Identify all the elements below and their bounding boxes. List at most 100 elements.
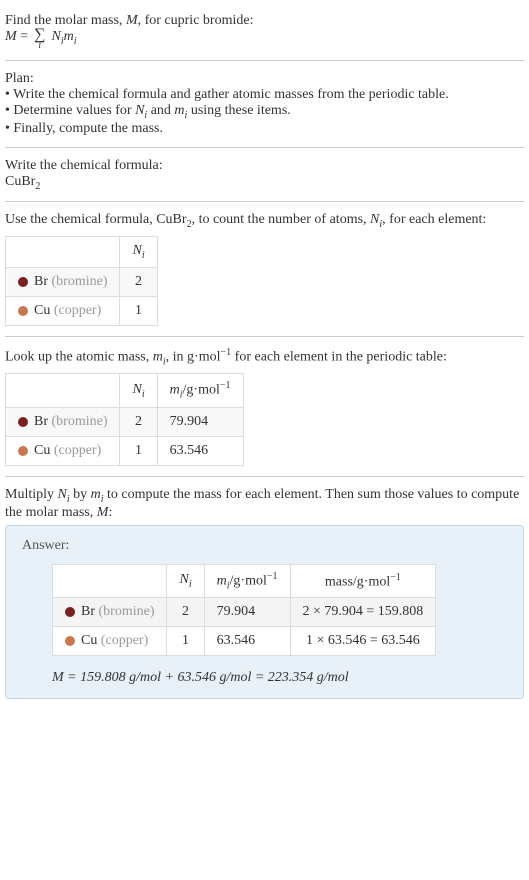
text: , to count the number of atoms, <box>192 212 370 227</box>
sub: i <box>74 36 77 47</box>
ni-value: 2 <box>167 598 204 627</box>
element-symbol: Cu <box>81 633 97 648</box>
mi-value: 79.904 <box>204 598 290 627</box>
text: : <box>108 505 112 520</box>
element-symbol: Cu <box>34 303 50 318</box>
element-cell: Br (bromine) <box>6 267 120 296</box>
element-cell: Cu (copper) <box>53 627 167 656</box>
mass-text: Look up the atomic mass, mi, in g·mol−1 … <box>5 347 524 367</box>
var-n: N <box>132 382 141 397</box>
ni-value: 1 <box>120 436 157 465</box>
element-symbol: Cu <box>34 443 50 458</box>
var-m: m <box>174 103 184 118</box>
element-dot-icon <box>65 607 75 617</box>
mi-value: 79.904 <box>157 407 243 436</box>
mass-table: Ni mi/g·mol−1 Br (bromine) 2 79.904 Cu (… <box>5 373 244 465</box>
text: , for each element: <box>382 212 486 227</box>
multiply-section: Multiply Ni by mi to compute the mass fo… <box>5 479 524 707</box>
element-name: (copper) <box>101 633 148 648</box>
intro-section: Find the molar mass, M, for cupric bromi… <box>5 5 524 58</box>
sub: i <box>142 250 145 261</box>
table-header <box>6 237 120 268</box>
ni-value: 1 <box>120 296 157 325</box>
text: Multiply <box>5 487 58 502</box>
sub: i <box>189 579 192 590</box>
var-m: m <box>153 350 163 365</box>
plan-title: Plan: <box>5 71 524 87</box>
text: using these items. <box>187 103 290 118</box>
intro-text: Find the molar mass, M, for cupric bromi… <box>5 13 524 29</box>
element-cell: Br (bromine) <box>6 407 120 436</box>
text: , in g·mol <box>166 350 221 365</box>
table-header: Ni <box>167 564 204 597</box>
element-name: (bromine) <box>52 274 108 289</box>
section-title: Write the chemical formula: <box>5 158 524 174</box>
answer-table: Ni mi/g·mol−1 mass/g·mol−1 Br (bromine) … <box>52 564 436 656</box>
ni-value: 2 <box>120 267 157 296</box>
text: Find the molar mass, <box>5 13 126 28</box>
text: and <box>147 103 174 118</box>
element-dot-icon <box>18 446 28 456</box>
var-m: m <box>217 573 227 588</box>
divider <box>5 60 524 61</box>
chemical-formula: CuBr2 <box>5 174 524 192</box>
mass-section: Look up the atomic mass, mi, in g·mol−1 … <box>5 339 524 474</box>
molar-mass-formula: M = ∑ i Nimi <box>5 29 524 50</box>
mass-header: mass/g·mol <box>325 574 390 589</box>
count-text: Use the chemical formula, CuBr2, to coun… <box>5 212 524 230</box>
mass-value: 1 × 63.546 = 63.546 <box>290 627 436 656</box>
table-header-row: Ni mi/g·mol−1 mass/g·mol−1 <box>53 564 436 597</box>
sigma-icon: ∑ i <box>34 29 45 50</box>
var-n: N <box>51 29 60 44</box>
element-symbol: Br <box>34 414 48 429</box>
var-m: M <box>126 13 138 28</box>
count-table: Ni Br (bromine) 2 Cu (copper) 1 <box>5 236 158 326</box>
table-header <box>6 374 120 407</box>
table-header-row: Ni <box>6 237 158 268</box>
mi-value: 63.546 <box>157 436 243 465</box>
element-dot-icon <box>65 636 75 646</box>
var-m: M <box>5 29 17 44</box>
table-header-row: Ni mi/g·mol−1 <box>6 374 244 407</box>
text: for each element in the periodic table: <box>231 350 447 365</box>
element-name: (bromine) <box>52 414 108 429</box>
table-row: Br (bromine) 2 79.904 2 × 79.904 = 159.8… <box>53 598 436 627</box>
var-m: M <box>52 670 64 685</box>
element-name: (copper) <box>54 303 101 318</box>
text: • Determine values for <box>5 103 135 118</box>
mass-value: 2 × 79.904 = 159.808 <box>290 598 436 627</box>
ni-value: 1 <box>167 627 204 656</box>
sup: −1 <box>390 572 401 583</box>
sub: 2 <box>35 180 40 191</box>
plan-bullet: • Determine values for Ni and mi using t… <box>5 103 524 121</box>
table-row: Br (bromine) 2 79.904 <box>6 407 244 436</box>
var-m: m <box>91 487 101 502</box>
text: Look up the atomic mass, <box>5 350 153 365</box>
text: by <box>70 487 91 502</box>
ni-value: 2 <box>120 407 157 436</box>
formula-text: CuBr <box>5 174 35 189</box>
sigma-index: i <box>38 42 41 50</box>
table-header: mi/g·mol−1 <box>157 374 243 407</box>
table-header <box>53 564 167 597</box>
table-row: Cu (copper) 1 63.546 <box>6 436 244 465</box>
unit: /g·mol <box>230 573 267 588</box>
mi-value: 63.546 <box>204 627 290 656</box>
formula-section: Write the chemical formula: CuBr2 <box>5 150 524 200</box>
final-result: M = 159.808 g/mol + 63.546 g/mol = 223.3… <box>52 670 507 686</box>
var-m: M <box>97 505 109 520</box>
equals: = <box>17 29 28 44</box>
element-symbol: Br <box>81 604 95 619</box>
unit: /g·mol <box>183 383 220 398</box>
count-section: Use the chemical formula, CuBr2, to coun… <box>5 204 524 334</box>
var-m: m <box>170 383 180 398</box>
final-equation: = 159.808 g/mol + 63.546 g/mol = 223.354… <box>64 670 349 685</box>
element-cell: Cu (copper) <box>6 296 120 325</box>
element-dot-icon <box>18 306 28 316</box>
answer-label: Answer: <box>22 538 507 554</box>
divider <box>5 336 524 337</box>
element-name: (bromine) <box>99 604 155 619</box>
element-dot-icon <box>18 277 28 287</box>
divider <box>5 201 524 202</box>
answer-box: Answer: Ni mi/g·mol−1 mass/g·mol−1 Br (b… <box>5 525 524 699</box>
